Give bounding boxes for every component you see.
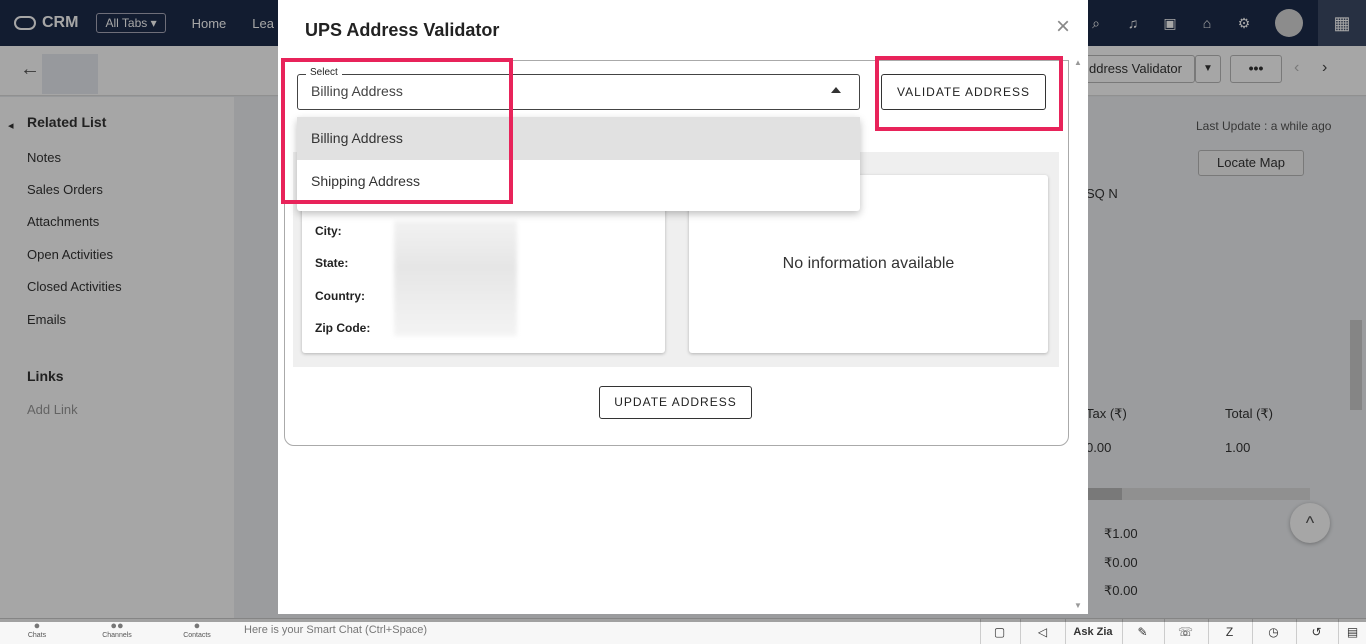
scroll-up-icon: ▲ — [1074, 58, 1082, 67]
chat-icon: ● — [33, 620, 41, 632]
blurred-address-values — [394, 221, 517, 336]
announcement-icon[interactable]: ◁ — [1020, 619, 1064, 644]
caret-up-icon[interactable] — [831, 87, 841, 93]
ask-zia-button[interactable]: Ask Zia — [1065, 619, 1120, 644]
notes-icon[interactable]: ✎ — [1122, 619, 1162, 644]
state-label: State: — [315, 256, 349, 270]
zia-icon[interactable]: Z — [1208, 619, 1250, 644]
history-icon[interactable]: ↺ — [1296, 619, 1336, 644]
scroll-down-icon: ▼ — [1074, 601, 1082, 610]
chats-button[interactable]: ● Chats — [7, 620, 67, 640]
city-label: City: — [315, 224, 342, 238]
contacts-button[interactable]: ● Contacts — [167, 620, 227, 640]
close-icon[interactable]: × — [1052, 15, 1074, 39]
channels-button[interactable]: ●● Channels — [87, 620, 147, 640]
modal-scrollbar[interactable]: ▲ ▼ — [1072, 58, 1084, 610]
update-address-button[interactable]: UPDATE ADDRESS — [599, 386, 752, 419]
channels-icon: ●● — [110, 620, 124, 632]
call-icon[interactable]: ☏ — [1164, 619, 1206, 644]
recent-items-icon[interactable]: ▢ — [980, 619, 1018, 644]
highlight-box — [281, 58, 513, 204]
printer-icon[interactable]: ▤ — [1338, 619, 1366, 644]
smart-chat-input[interactable]: Here is your Smart Chat (Ctrl+Space) — [244, 624, 427, 636]
country-label: Country: — [315, 289, 365, 303]
modal-title: UPS Address Validator — [305, 20, 500, 40]
no-information-text: No information available — [782, 255, 955, 272]
zip-code-label: Zip Code: — [315, 321, 371, 335]
highlight-box — [875, 56, 1063, 131]
clock-icon[interactable]: ◷ — [1252, 619, 1294, 644]
contacts-icon: ● — [193, 620, 201, 632]
